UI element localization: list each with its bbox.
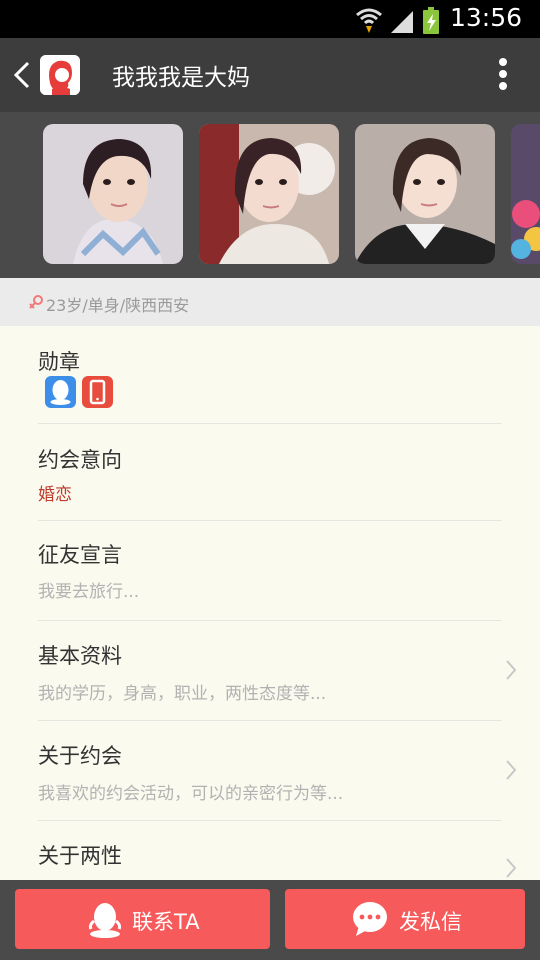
chevron-right-icon — [506, 760, 517, 780]
avatar[interactable] — [40, 55, 80, 95]
status-icons — [356, 7, 439, 34]
photo-gallery[interactable] — [0, 112, 540, 278]
section-title: 征友宣言 — [38, 543, 122, 567]
header: 我我我是大妈 — [0, 38, 540, 112]
status-time: 13:56 — [449, 3, 522, 32]
section-about-dating[interactable]: 关于约会 我喜欢的约会活动，可以的亲密行为等... — [38, 721, 502, 821]
profile-photo[interactable] — [199, 124, 339, 264]
contact-button[interactable]: 联系TA — [15, 889, 270, 949]
section-value: 我要去旅行... — [38, 582, 140, 602]
message-label: 发私信 — [399, 910, 462, 934]
more-vertical-icon[interactable] — [496, 56, 510, 96]
chevron-right-icon — [506, 858, 517, 878]
qq-badge-icon[interactable] — [45, 376, 76, 408]
message-button[interactable]: 发私信 — [285, 889, 525, 949]
female-icon — [29, 295, 43, 309]
penguin-icon — [88, 903, 122, 938]
battery-icon — [423, 7, 439, 34]
section-badges: 勋章 — [38, 326, 502, 424]
section-value: 我喜欢的约会活动，可以的亲密行为等... — [38, 784, 344, 804]
phone-badge-icon[interactable] — [82, 376, 113, 408]
contact-label: 联系TA — [132, 910, 200, 934]
chat-bubble-icon — [353, 902, 387, 936]
section-value: 我的学历，身高，职业，两性态度等... — [38, 684, 327, 704]
profile-info-strip: 23岁/单身/陕西西安 — [0, 278, 540, 326]
profile-photo[interactable] — [43, 124, 183, 264]
section-value: 婚恋 — [38, 485, 72, 505]
section-title: 关于约会 — [38, 744, 122, 768]
profile-photo[interactable] — [511, 124, 540, 264]
profile-info: 23岁/单身/陕西西安 — [46, 296, 190, 315]
section-title: 约会意向 — [38, 448, 122, 472]
back-arrow-icon[interactable] — [10, 58, 36, 92]
section-title: 基本资料 — [38, 644, 122, 668]
section-manifesto: 征友宣言 我要去旅行... — [38, 521, 502, 621]
section-dating-intent: 约会意向 婚恋 — [38, 424, 502, 521]
page-title: 我我我是大妈 — [112, 65, 250, 91]
bottom-action-bar: 联系TA 发私信 — [0, 880, 540, 960]
profile-sections: 勋章 约会意向 婚恋 征友宣言 我要去旅行... 基本资料 我的学历，身高，职业… — [0, 326, 540, 880]
profile-photo[interactable] — [355, 124, 495, 264]
section-title: 关于两性 — [38, 844, 122, 868]
section-basic-info[interactable]: 基本资料 我的学历，身高，职业，两性态度等... — [38, 621, 502, 721]
section-about-gender[interactable]: 关于两性 — [38, 821, 502, 880]
status-bar: 13:56 — [0, 0, 540, 38]
section-title: 勋章 — [38, 350, 80, 374]
signal-icon — [391, 11, 413, 33]
chevron-right-icon — [506, 660, 517, 680]
wifi-icon — [356, 8, 382, 33]
